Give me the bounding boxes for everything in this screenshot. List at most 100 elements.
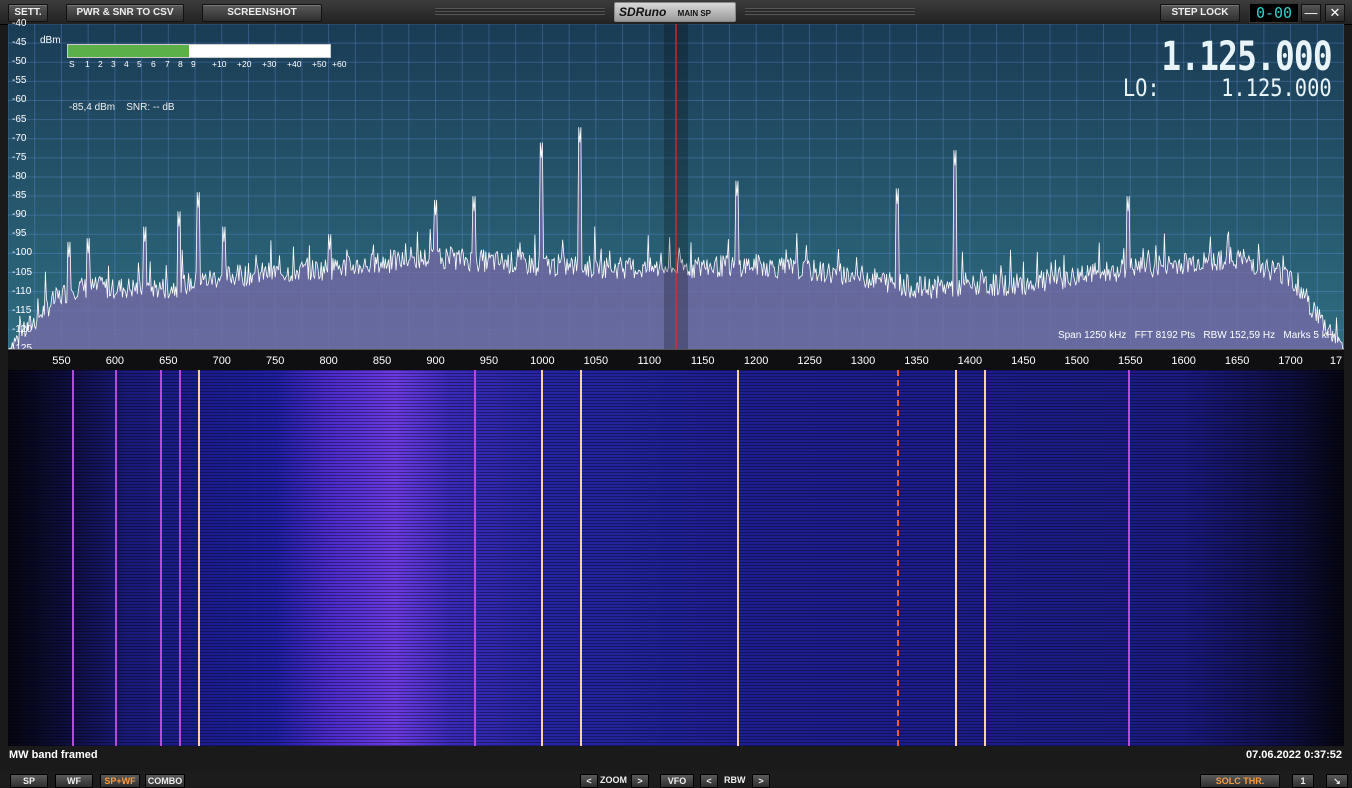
drag-grip-right[interactable] [745,8,915,15]
carrier-trace-strong [579,370,582,746]
x-tick-label: 1600 [1171,355,1196,367]
carrier-trace-weak [473,370,476,746]
s-meter-tick: 4 [124,59,129,69]
x-tick-label: 800 [319,355,338,367]
y-unit-label: dBm [40,35,61,46]
x-tick-label: 1150 [690,355,715,367]
minimize-icon[interactable]: — [1301,4,1321,22]
x-tick-label: 750 [266,355,285,367]
s-meter-tick: 1 [85,59,90,69]
waterfall-datetime: 07.06.2022 0:37:52 [1245,749,1342,761]
x-tick-label: 1250 [797,355,822,367]
y-tick-label: -80 [12,170,27,182]
x-tick-label: 1400 [957,355,983,367]
s-meter-tick: +40 [287,59,302,69]
rbw-label: RBW [724,775,746,785]
screenshot-button[interactable]: SCREENSHOT [202,4,322,22]
s-meter-level [68,45,189,57]
x-tick-label: 1450 [1011,355,1036,367]
s-meter-tick: 2 [98,59,103,69]
y-tick-label: -40 [12,18,27,29]
frequency-axis[interactable]: 550 600 650 700 750 800 850 900 950 1000 1050 1100 1… [8,349,1344,370]
sdruno-logo: SDRuno MAIN SP [614,2,736,22]
y-tick-label: -85 [12,190,27,202]
y-tick-label: -55 [12,75,27,87]
carrier-trace-weak [72,370,75,746]
x-tick-label: 550 [52,355,71,367]
x-tick-label: 850 [372,355,392,367]
x-tick-label: 1050 [583,355,609,367]
spectrum-panel[interactable] [8,24,1344,349]
s-meter-tick: +30 [262,59,277,69]
waterfall-caption: MW band framed [9,749,98,761]
carrier-trace-weak [159,370,162,746]
s-meter-tick: 9 [191,59,196,69]
s-meter-tick: +10 [212,59,227,69]
lo-frequency[interactable]: 1.125.000 [1221,74,1332,102]
y-tick-label: -65 [12,113,27,125]
y-tick-label: -70 [12,132,27,144]
y-tick-label: -75 [12,151,27,163]
y-tick-label: -110 [12,285,32,297]
s-meter-tick: 7 [165,59,170,69]
s-meter-tick: +60 [332,59,347,69]
carrier-trace-strong [541,370,544,746]
s-meter [67,44,331,58]
y-axis: -40 -45 -50 -55 -60 -65 -70 -75 -80 -85 -90 -95 -100… [8,18,38,354]
carrier-trace-weak [179,370,181,746]
s-meter-tick: 8 [178,59,183,69]
s-meter-tick: 3 [111,59,116,69]
s-meter-tick: 5 [137,59,142,69]
x-tick-label: 600 [105,355,125,367]
x-tick-label: 1500 [1064,355,1090,367]
x-tick-label: 700 [212,355,231,367]
s-meter-tick: S [69,59,75,69]
y-tick-label: -115 [12,304,32,316]
lo-label: LO: [1123,74,1161,102]
y-tick-label: -100 [12,247,33,259]
y-tick-label: -45 [12,37,27,49]
carrier-trace-strong [736,370,739,746]
x-tick-label: 1100 [637,355,662,367]
carrier-trace-strong [198,370,201,746]
waterfall-panel[interactable] [8,370,1344,746]
span-info: Span 1250 kHz FFT 8192 Pts RBW 152,59 Hz… [1057,330,1334,341]
y-tick-label: -60 [12,94,27,106]
x-tick-label: 650 [159,355,178,367]
x-tick-label: 950 [479,355,499,367]
x-tick-label: 900 [426,355,445,367]
y-tick-label: -105 [12,266,33,278]
window-name: MAIN SP [677,9,712,18]
carrier-trace-dashed [897,370,900,746]
carrier-trace-strong [983,370,986,746]
y-tick-label: -120 [12,323,33,335]
pwr-snr-csv-button[interactable]: PWR & SNR TO CSV [66,4,184,22]
y-tick-label: -95 [12,228,27,240]
x-tick-label: 1700 [1278,355,1303,367]
lo-frequency-row[interactable]: LO: 1.125.000 [1123,74,1332,102]
y-tick-label: -50 [12,56,27,68]
drag-grip-left[interactable] [435,8,605,15]
x-tick-label: 17 [1329,355,1343,367]
carrier-trace-strong [954,370,957,746]
s-meter-tick: 6 [151,59,156,69]
step-lock-button[interactable]: STEP LOCK [1160,4,1240,22]
x-tick-label: 1300 [850,355,876,367]
level-readout: -85,4 dBm SNR: -- dB [69,102,175,113]
carrier-trace-weak [114,370,117,746]
step-digit-display[interactable]: 0-00 [1249,3,1299,23]
x-tick-label: 1000 [530,355,555,367]
x-tick-label: 1650 [1224,355,1250,367]
bottom-bar: SP WF SP+WF COMBO < ZOOM > VFO < RBW > S… [0,772,1352,788]
y-tick-label: -90 [12,209,27,221]
x-tick-label: 1200 [743,355,769,367]
title-bar: SETT. PWR & SNR TO CSV SCREENSHOT SDRuno… [0,0,1352,25]
s-meter-tick: +50 [312,59,327,69]
close-icon[interactable]: ✕ [1325,4,1345,22]
zoom-label: ZOOM [600,775,627,785]
x-tick-label: 1350 [904,355,929,367]
spectrum-plot[interactable] [8,24,1344,349]
x-tick-label: 1550 [1117,355,1143,367]
s-meter-tick: +20 [237,59,252,69]
brand-name: SDRuno [619,5,667,19]
